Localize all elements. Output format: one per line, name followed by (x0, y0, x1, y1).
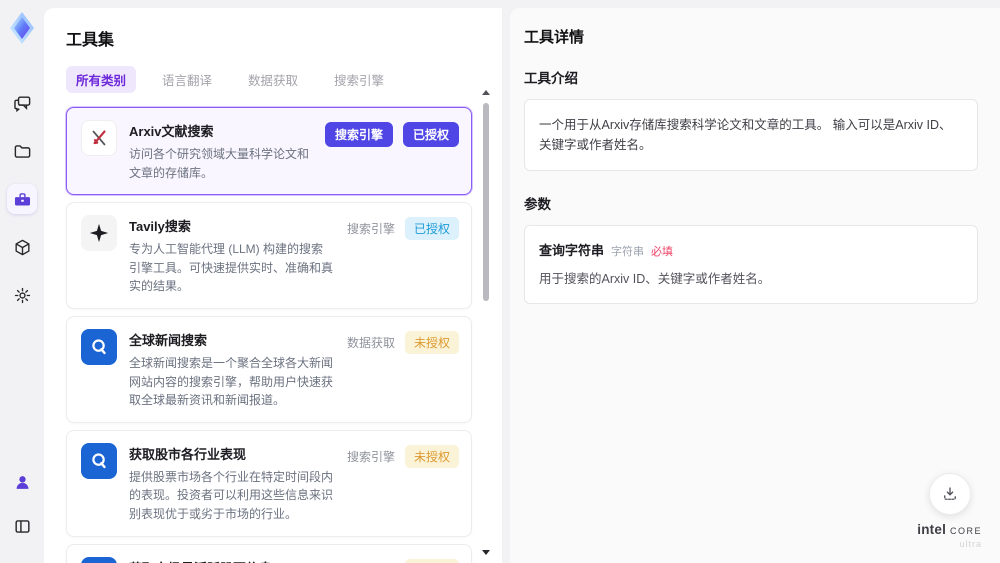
sidebar-nav (7, 88, 37, 310)
tool-description: 全球新闻搜索是一个聚合全球各大新闻网站内容的搜索引擎，帮助用户快速获取全球最新资… (129, 355, 334, 408)
category-tab[interactable]: 语言翻译 (152, 66, 222, 93)
tool-name: 获取股市各行业表现 (129, 446, 247, 462)
tool-icon (81, 556, 117, 563)
intro-box: 一个用于从Arxiv存储库搜索科学论文和文章的工具。 输入可以是Arxiv ID… (524, 99, 978, 171)
tool-list: Arxiv文献搜索 访问各个研究领域大量科学论文和文章的存储库。 搜索引擎 已授… (66, 107, 472, 563)
tool-icon (81, 120, 117, 156)
tool-text: 获取市场最活跃股票信息 提供当天交易量最高的股票列表，投资者可以利用这些信息来识… (129, 557, 335, 563)
list-scrollbar[interactable] (481, 90, 491, 555)
tool-name: Arxiv文献搜索 (129, 124, 214, 139)
tool-status-badge: 未授权 (404, 444, 459, 468)
tool-category-badge: 搜索引擎 (324, 122, 393, 147)
gear-icon (14, 287, 30, 303)
param-type: 字符串 (611, 246, 645, 258)
sidebar-bottom (7, 467, 37, 541)
app-logo[interactable] (7, 10, 37, 46)
page-title: 工具集 (66, 32, 115, 49)
tool-name: 全球新闻搜索 (129, 332, 208, 348)
tools-panel: 工具集 所有类别 语言翻译 数据获取 搜索引擎 Arxiv文献搜索 访问各个研究… (44, 8, 502, 563)
tool-category-badge: 搜索引擎 (346, 222, 395, 237)
param-item: 查询字符串 字符串 必填 用于搜索的Arxiv ID、关键字或作者姓名。 (539, 240, 963, 287)
tool-category-badge: 数据获取 (346, 335, 395, 350)
tool-text: Arxiv文献搜索 访问各个研究领域大量科学论文和文章的存储库。 (129, 120, 313, 182)
tavily-star-icon (89, 224, 109, 243)
tool-meta: 搜索引擎 未授权 (346, 444, 459, 468)
sidebar-item-packages[interactable] (7, 232, 37, 262)
tool-status-badge: 未授权 (404, 330, 459, 354)
tool-status-badge: 未授权 (404, 558, 459, 563)
user-icon (16, 475, 28, 489)
param-head: 查询字符串 字符串 必填 (539, 240, 963, 259)
folder-icon (14, 144, 30, 158)
sidebar-item-chat[interactable] (7, 88, 37, 118)
tool-meta: 搜索引擎 未授权 (347, 558, 459, 563)
tool-meta: 搜索引擎 已授权 (346, 217, 459, 241)
news-search-icon (92, 453, 106, 468)
core-wordmark: core (949, 522, 982, 538)
intel-wordmark: intel (917, 522, 947, 538)
toolbox-icon (14, 192, 30, 205)
category-tab[interactable]: 所有类别 (66, 66, 137, 93)
tool-card[interactable]: 获取市场最活跃股票信息 提供当天交易量最高的股票列表，投资者可以利用这些信息来识… (66, 543, 472, 563)
category-tab[interactable]: 搜索引擎 (324, 66, 394, 93)
category-tab[interactable]: 数据获取 (238, 66, 308, 93)
tool-description: 提供股票市场各个行业在特定时间段内的表现。投资者可以利用这些信息来识别表现优于或… (129, 469, 334, 521)
news-search-icon (92, 339, 106, 355)
intro-heading: 工具介绍 (524, 71, 578, 86)
logo-diamond-icon (10, 12, 34, 44)
tool-icon (81, 442, 117, 479)
tool-meta: 搜索引擎 已授权 (324, 122, 459, 147)
tool-description: 访问各个研究领域大量科学论文和文章的存储库。 (129, 147, 310, 180)
tool-text: 获取股市各行业表现 提供股票市场各个行业在特定时间段内的表现。投资者可以利用这些… (129, 443, 335, 524)
tool-category-badge: 搜索引擎 (346, 449, 395, 464)
tool-status-badge: 已授权 (402, 122, 459, 147)
intro-text: 一个用于从Arxiv存储库搜索科学论文和文章的工具。 输入可以是Arxiv ID… (539, 118, 952, 152)
scrollbar-thumb[interactable] (483, 103, 489, 301)
scroll-up-arrow-icon[interactable] (482, 90, 490, 95)
cube-icon (14, 239, 30, 255)
tool-meta: 数据获取 未授权 (346, 330, 459, 354)
params-heading: 参数 (524, 197, 551, 212)
sidebar-item-folder[interactable] (7, 136, 37, 166)
tool-detail-panel: 工具详情 工具介绍 一个用于从Arxiv存储库搜索科学论文和文章的工具。 输入可… (510, 8, 1000, 563)
download-button[interactable] (928, 473, 971, 516)
panel-toggle-button[interactable] (7, 511, 37, 541)
intel-core-logo: intel core (917, 522, 982, 538)
download-icon (943, 487, 956, 501)
tool-card[interactable]: 获取股市各行业表现 提供股票市场各个行业在特定时间段内的表现。投资者可以利用这些… (66, 429, 472, 537)
corner-widgets: intel core ultra (917, 473, 982, 549)
detail-title: 工具详情 (524, 29, 585, 46)
param-name: 查询字符串 (539, 243, 605, 258)
tool-status-badge: 已授权 (404, 217, 459, 241)
arxiv-logo-icon (92, 130, 106, 146)
chat-icon (13, 95, 30, 112)
tool-name: Tavily搜索 (129, 219, 191, 235)
tool-card[interactable]: Tavily搜索 专为人工智能代理 (LLM) 构建的搜索引擎工具。可快速提供实… (66, 202, 472, 309)
user-avatar-button[interactable] (7, 467, 37, 497)
tool-description: 专为人工智能代理 (LLM) 构建的搜索引擎工具。可快速提供实时、准确和真实的结… (129, 242, 334, 294)
tool-card[interactable]: 全球新闻搜索 全球新闻搜索是一个聚合全球各大新闻网站内容的搜索引擎，帮助用户快速… (66, 315, 472, 423)
tool-icon (81, 215, 117, 252)
sidebar (0, 0, 44, 563)
tool-icon (81, 328, 117, 365)
sidebar-item-toolbox[interactable] (7, 184, 37, 214)
tool-text: 全球新闻搜索 全球新闻搜索是一个聚合全球各大新闻网站内容的搜索引擎，帮助用户快速… (129, 329, 335, 410)
panel-toggle-icon (14, 519, 30, 533)
tool-name: 获取市场最活跃股票信息 (129, 558, 335, 563)
app-root: 工具集 所有类别 语言翻译 数据获取 搜索引擎 Arxiv文献搜索 访问各个研究… (0, 0, 1000, 563)
param-required-flag: 必填 (651, 246, 674, 258)
category-tabs: 所有类别 语言翻译 数据获取 搜索引擎 (66, 66, 472, 93)
scroll-down-arrow-icon[interactable] (482, 550, 490, 555)
param-box: 查询字符串 字符串 必填 用于搜索的Arxiv ID、关键字或作者姓名。 (524, 225, 978, 304)
tool-card[interactable]: Arxiv文献搜索 访问各个研究领域大量科学论文和文章的存储库。 搜索引擎 已授… (66, 107, 472, 196)
sidebar-item-settings[interactable] (7, 280, 37, 310)
intel-sub-label: ultra (959, 539, 982, 549)
tool-text: Tavily搜索 专为人工智能代理 (LLM) 构建的搜索引擎工具。可快速提供实… (129, 215, 335, 296)
param-description: 用于搜索的Arxiv ID、关键字或作者姓名。 (539, 272, 771, 286)
